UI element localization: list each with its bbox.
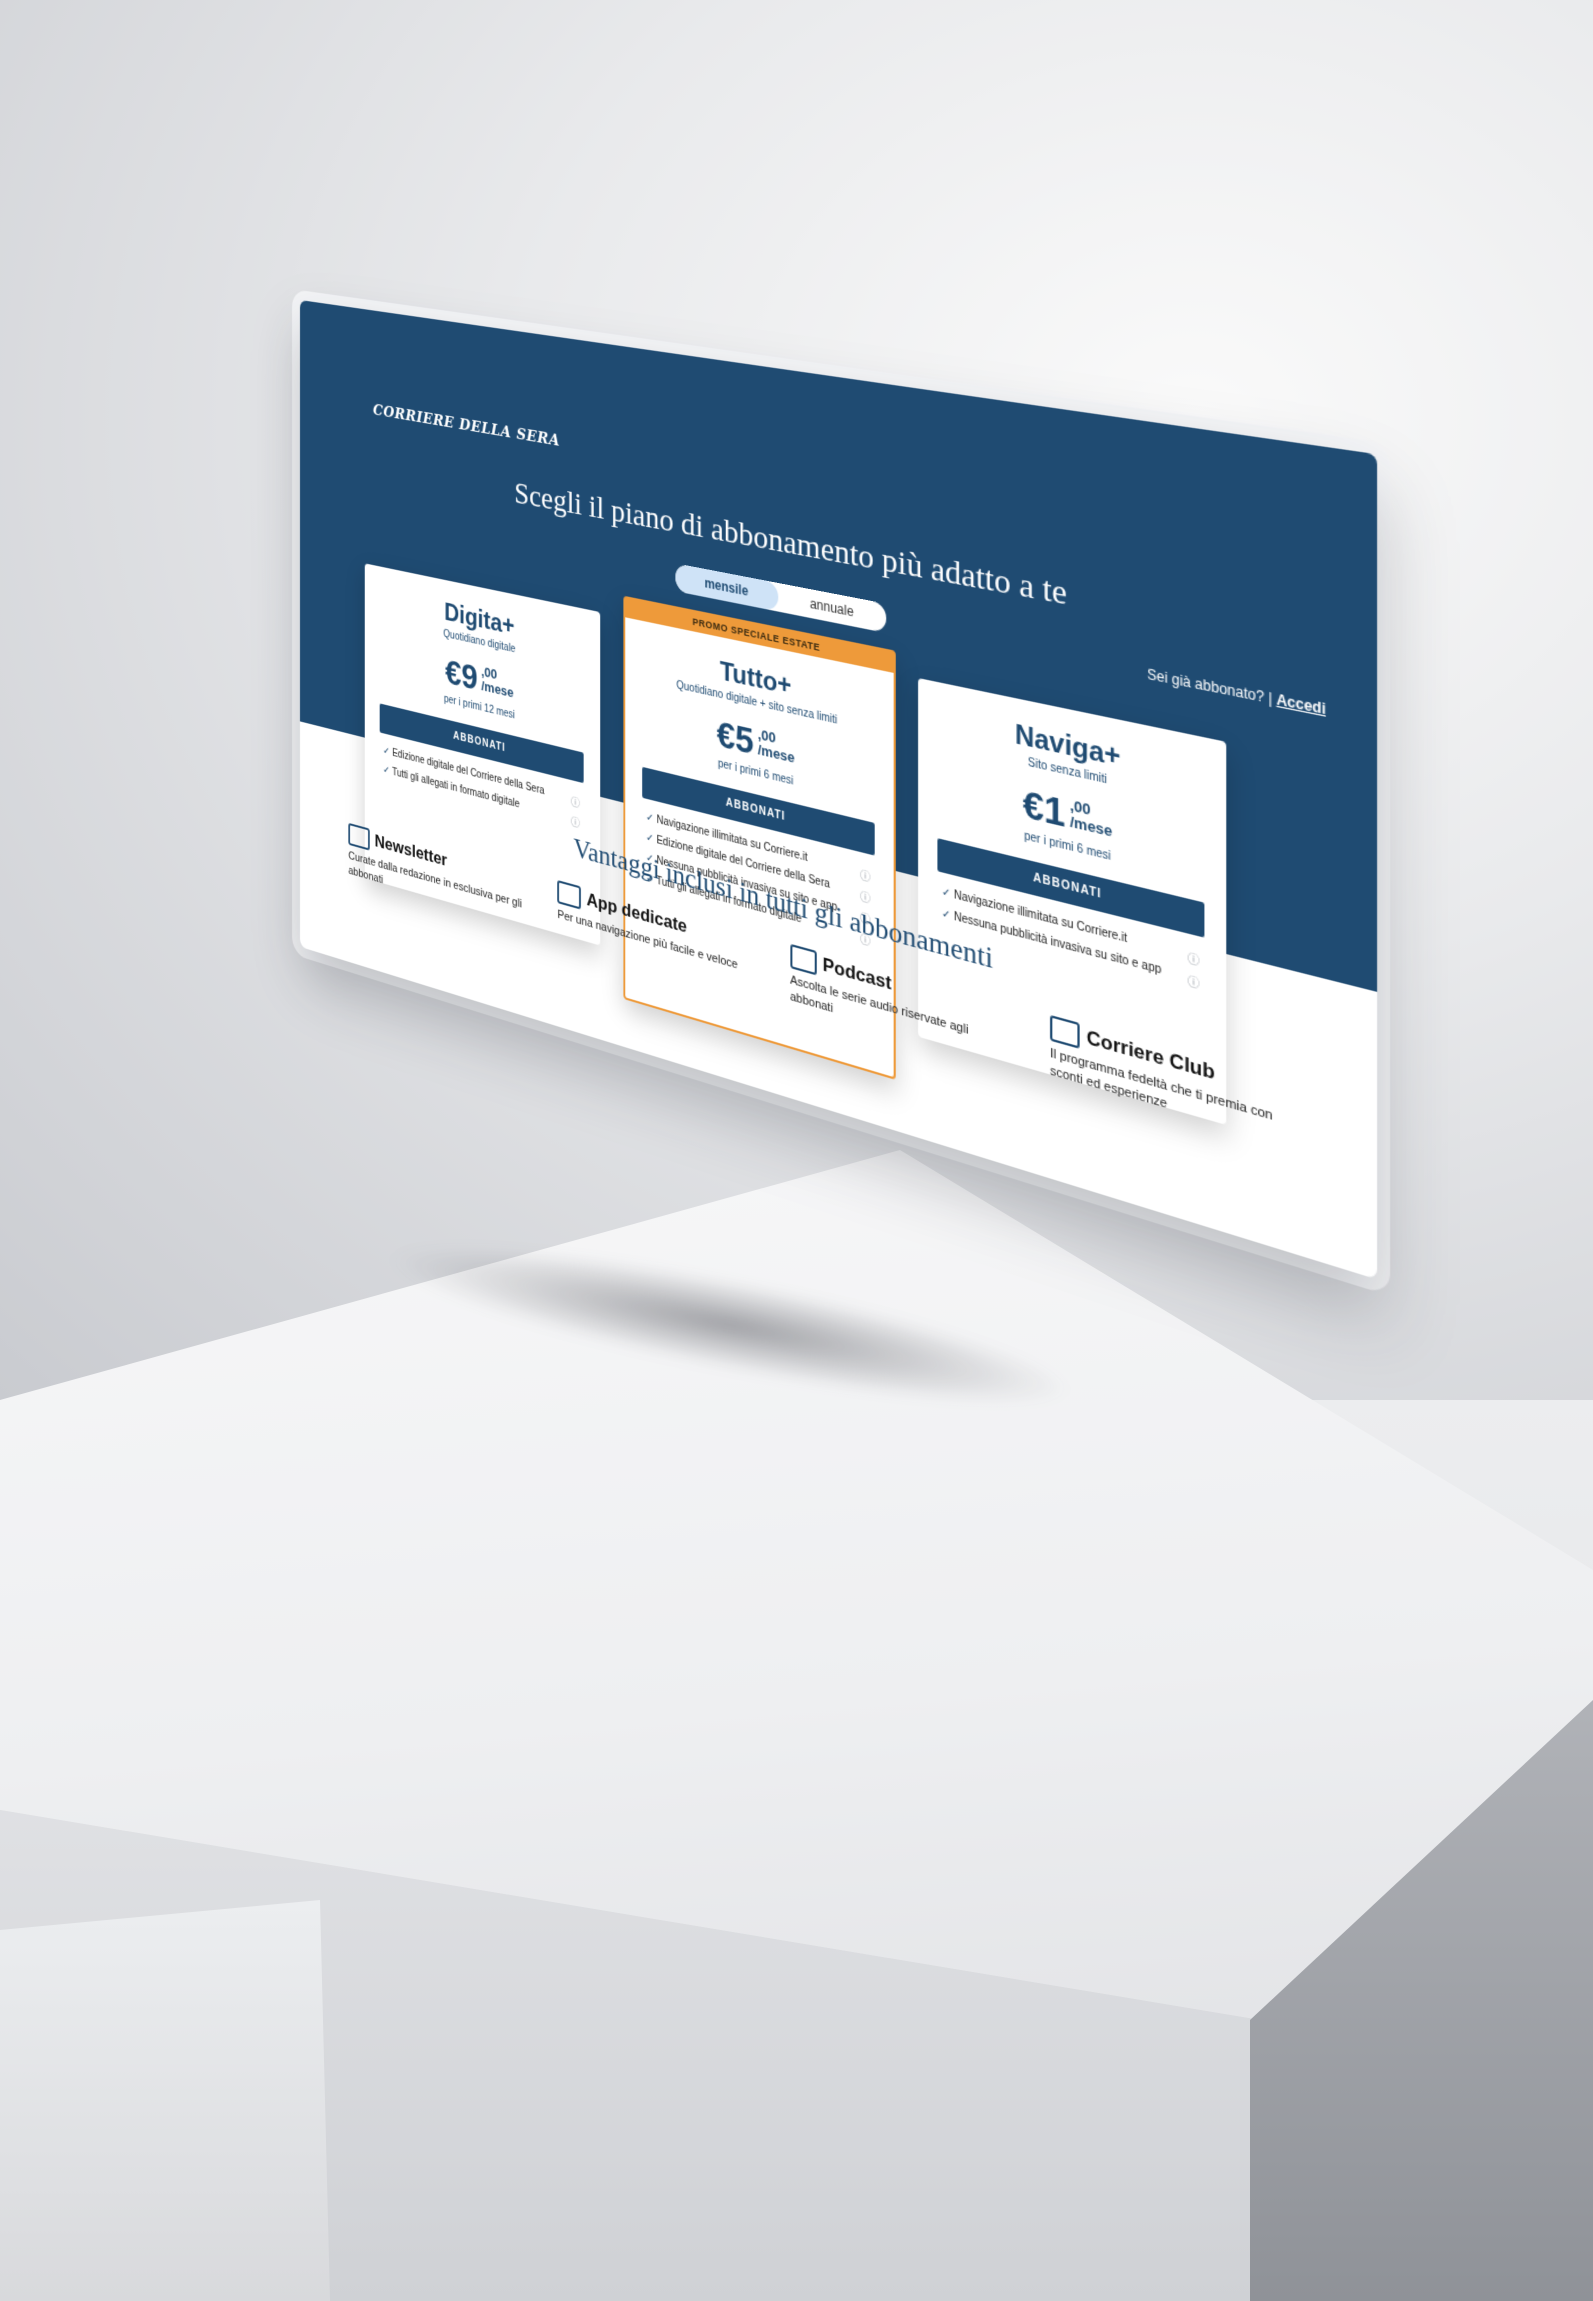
price-suffix: ,00 /mese <box>1069 796 1113 841</box>
info-icon[interactable]: ⓘ <box>1188 948 1200 969</box>
price-unit: /mese <box>481 678 514 701</box>
info-icon[interactable]: ⓘ <box>1188 971 1200 992</box>
studio-scene: CORRIERE DELLA SERA Scegli il piano di a… <box>0 0 1593 2301</box>
price-suffix: ,00 /mese <box>481 663 514 701</box>
lower-block <box>0 1900 330 2301</box>
mockup-stage: CORRIERE DELLA SERA Scegli il piano di a… <box>300 300 1400 1400</box>
price-main: €1 <box>1022 782 1066 837</box>
info-icon[interactable]: ⓘ <box>571 812 580 831</box>
price-main: €9 <box>445 652 478 699</box>
screen-mockup: CORRIERE DELLA SERA Scegli il piano di a… <box>300 300 1378 1280</box>
info-icon[interactable]: ⓘ <box>860 887 870 906</box>
price-unit: /mese <box>1069 813 1113 841</box>
price-suffix: ,00 /mese <box>757 726 795 767</box>
envelope-icon <box>348 822 370 851</box>
price-unit: /mese <box>757 741 795 767</box>
price-main: €5 <box>716 713 754 764</box>
info-icon[interactable]: ⓘ <box>860 865 870 885</box>
info-icon[interactable]: ⓘ <box>571 793 580 811</box>
